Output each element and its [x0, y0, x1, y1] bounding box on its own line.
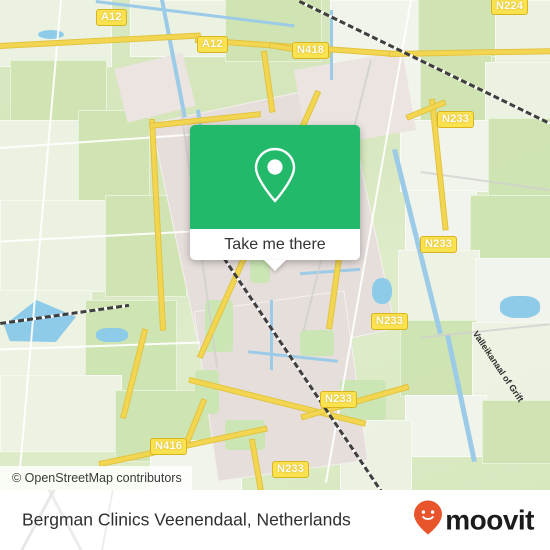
road-shield-n418[interactable]: N418 [292, 42, 330, 59]
location-title: Bergman Clinics Veenendaal, Netherlands [22, 509, 351, 530]
lake-mid [96, 328, 128, 342]
lake-e [372, 278, 392, 304]
popup-header [190, 125, 360, 229]
road-shield-n233-mid[interactable]: N233 [371, 313, 409, 330]
location-popup-card[interactable]: Take me there [190, 125, 360, 271]
road-shield-n233-ne[interactable]: N233 [437, 111, 475, 128]
canal-urban-b [270, 300, 273, 370]
road-shield-a12-west[interactable]: A12 [96, 9, 127, 26]
lake-ne [500, 296, 540, 318]
location-pin-icon [252, 146, 298, 209]
popup-action-bar[interactable]: Take me there [190, 229, 360, 260]
canal-ne [330, 10, 333, 80]
map-attribution: © OpenStreetMap contributors [0, 466, 192, 490]
moovit-smiley-pin-icon [413, 500, 443, 541]
road-shield-n233-s[interactable]: N233 [320, 391, 358, 408]
road-shield-n224[interactable]: N224 [491, 0, 529, 15]
road-shield-n233-e[interactable]: N233 [420, 236, 458, 253]
popup-tail [264, 260, 286, 271]
road-shield-n233-sw[interactable]: N233 [272, 461, 310, 478]
footer-bar: Bergman Clinics Veenendaal, Netherlands … [0, 490, 550, 550]
moovit-brand[interactable]: moovit [413, 500, 534, 541]
moovit-wordmark: moovit [445, 504, 534, 535]
map-screenshot: Valleikanaal of Grift A12 A12 N418 N224 … [0, 0, 550, 550]
road-shield-n416[interactable]: N416 [150, 438, 188, 455]
lake-small [38, 30, 64, 39]
park-area [300, 330, 334, 356]
take-me-there-label: Take me there [224, 235, 326, 253]
road-shield-a12-mid[interactable]: A12 [197, 36, 228, 53]
